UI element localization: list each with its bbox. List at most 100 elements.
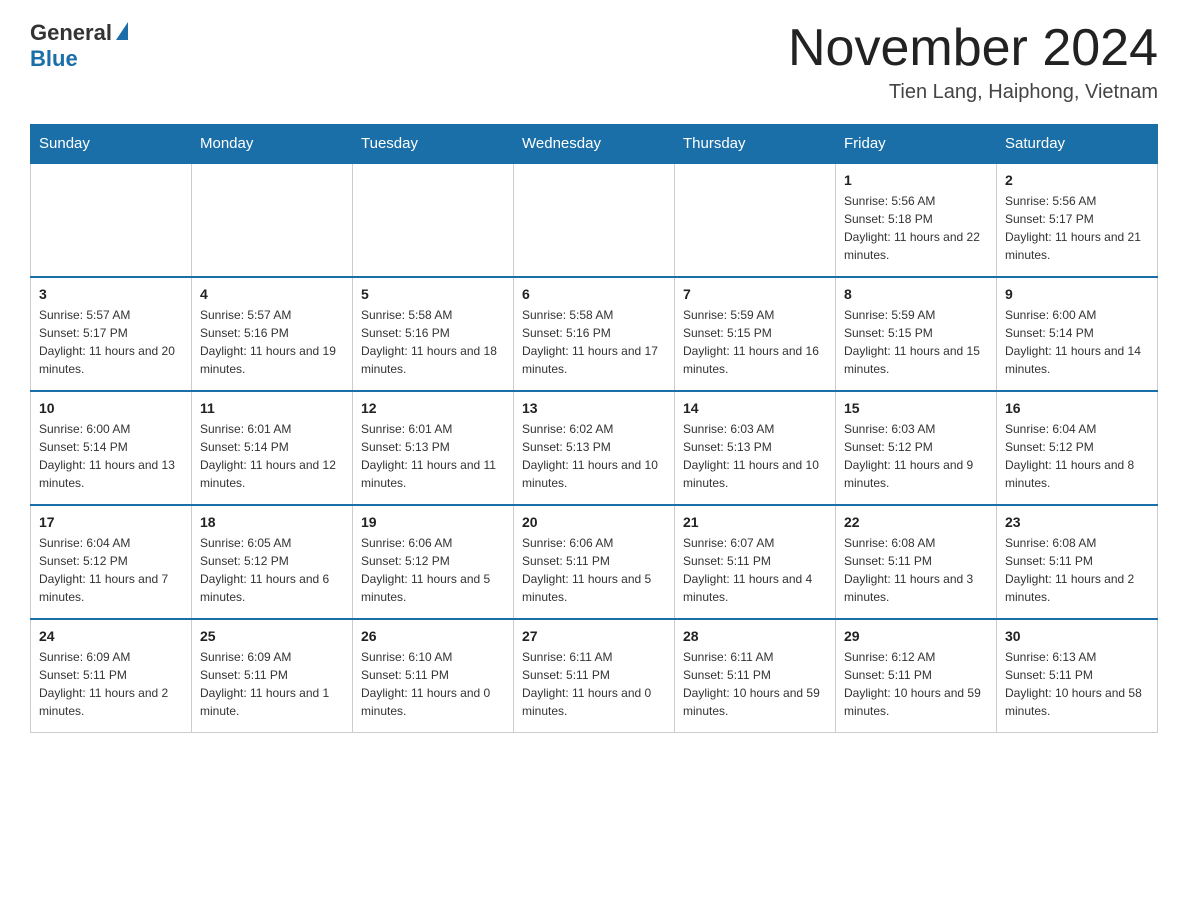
logo-triangle-icon — [116, 22, 128, 40]
day-number: 9 — [1005, 286, 1149, 302]
day-number: 7 — [683, 286, 827, 302]
day-number: 6 — [522, 286, 666, 302]
day-number: 4 — [200, 286, 344, 302]
calendar-week-row: 10 Sunrise: 6:00 AMSunset: 5:14 PMDayligh… — [31, 391, 1158, 505]
day-info: Sunrise: 5:56 AMSunset: 5:17 PMDaylight:… — [1005, 192, 1149, 264]
calendar-day-cell: 13Sunrise: 6:02 AMSunset: 5:13 PMDayligh… — [514, 391, 675, 505]
calendar-day-cell: 23 Sunrise: 6:08 AMSunset: 5:11 PMDayligh… — [997, 505, 1158, 619]
day-info: Sunrise: 6:08 AMSunset: 5:11 PMDaylight:… — [844, 534, 988, 606]
calendar-day-cell: 15 Sunrise: 6:03 AMSunset: 5:12 PMDayligh… — [836, 391, 997, 505]
day-info: Sunrise: 6:03 AMSunset: 5:13 PMDaylight:… — [683, 420, 827, 492]
day-info: Sunrise: 6:07 AMSunset: 5:11 PMDaylight:… — [683, 534, 827, 606]
calendar-day-cell: 28 Sunrise: 6:11 AMSunset: 5:11 PMDayligh… — [675, 619, 836, 733]
day-info: Sunrise: 6:10 AMSunset: 5:11 PMDaylight:… — [361, 648, 505, 720]
day-number: 5 — [361, 286, 505, 302]
day-number: 24 — [39, 628, 183, 644]
page-title: November 2024 — [788, 20, 1158, 77]
page-header: General Blue November 2024 Tien Lang, Ha… — [30, 20, 1158, 104]
day-number: 25 — [200, 628, 344, 644]
day-info: Sunrise: 5:58 AMSunset: 5:16 PMDaylight:… — [522, 306, 666, 378]
calendar-day-cell: 22 Sunrise: 6:08 AMSunset: 5:11 PMDayligh… — [836, 505, 997, 619]
weekday-header-monday: Monday — [192, 125, 353, 164]
day-number: 12 — [361, 400, 505, 416]
calendar-day-cell — [514, 163, 675, 277]
day-info: Sunrise: 6:04 AMSunset: 5:12 PMDaylight:… — [1005, 420, 1149, 492]
calendar-day-cell: 27Sunrise: 6:11 AMSunset: 5:11 PMDayligh… — [514, 619, 675, 733]
calendar-day-cell: 11Sunrise: 6:01 AMSunset: 5:14 PMDayligh… — [192, 391, 353, 505]
day-info: Sunrise: 6:12 AMSunset: 5:11 PMDaylight:… — [844, 648, 988, 720]
calendar-day-cell: 29 Sunrise: 6:12 AMSunset: 5:11 PMDayligh… — [836, 619, 997, 733]
day-info: Sunrise: 6:13 AMSunset: 5:11 PMDaylight:… — [1005, 648, 1149, 720]
day-number: 17 — [39, 514, 183, 530]
weekday-header-thursday: Thursday — [675, 125, 836, 164]
day-info: Sunrise: 5:59 AMSunset: 5:15 PMDaylight:… — [844, 306, 988, 378]
title-block: November 2024 Tien Lang, Haiphong, Vietn… — [788, 20, 1158, 104]
day-number: 26 — [361, 628, 505, 644]
calendar-day-cell — [31, 163, 192, 277]
calendar-day-cell: 2 Sunrise: 5:56 AMSunset: 5:17 PMDaylight… — [997, 163, 1158, 277]
day-info: Sunrise: 6:09 AMSunset: 5:11 PMDaylight:… — [200, 648, 344, 720]
day-info: Sunrise: 5:57 AMSunset: 5:16 PMDaylight:… — [200, 306, 344, 378]
page-subtitle: Tien Lang, Haiphong, Vietnam — [788, 81, 1158, 104]
day-info: Sunrise: 6:11 AMSunset: 5:11 PMDaylight:… — [683, 648, 827, 720]
calendar-week-row: 24 Sunrise: 6:09 AMSunset: 5:11 PMDayligh… — [31, 619, 1158, 733]
day-info: Sunrise: 6:06 AMSunset: 5:12 PMDaylight:… — [361, 534, 505, 606]
calendar-week-row: 1 Sunrise: 5:56 AMSunset: 5:18 PMDaylight… — [31, 163, 1158, 277]
calendar-day-cell: 16 Sunrise: 6:04 AMSunset: 5:12 PMDayligh… — [997, 391, 1158, 505]
weekday-header-friday: Friday — [836, 125, 997, 164]
calendar-day-cell: 8Sunrise: 5:59 AMSunset: 5:15 PMDaylight… — [836, 277, 997, 391]
calendar-day-cell: 25 Sunrise: 6:09 AMSunset: 5:11 PMDayligh… — [192, 619, 353, 733]
logo: General Blue — [30, 20, 128, 72]
calendar-day-cell: 10 Sunrise: 6:00 AMSunset: 5:14 PMDayligh… — [31, 391, 192, 505]
calendar-day-cell — [353, 163, 514, 277]
day-info: Sunrise: 5:58 AMSunset: 5:16 PMDaylight:… — [361, 306, 505, 378]
day-number: 20 — [522, 514, 666, 530]
day-info: Sunrise: 6:02 AMSunset: 5:13 PMDaylight:… — [522, 420, 666, 492]
weekday-header-saturday: Saturday — [997, 125, 1158, 164]
day-number: 16 — [1005, 400, 1149, 416]
calendar-day-cell: 14 Sunrise: 6:03 AMSunset: 5:13 PMDayligh… — [675, 391, 836, 505]
day-info: Sunrise: 6:06 AMSunset: 5:11 PMDaylight:… — [522, 534, 666, 606]
calendar-day-cell: 1 Sunrise: 5:56 AMSunset: 5:18 PMDaylight… — [836, 163, 997, 277]
weekday-header-sunday: Sunday — [31, 125, 192, 164]
day-number: 2 — [1005, 172, 1149, 188]
calendar-table: SundayMondayTuesdayWednesdayThursdayFrid… — [30, 124, 1158, 733]
logo-name-part2: Blue — [30, 46, 78, 72]
day-number: 30 — [1005, 628, 1149, 644]
day-info: Sunrise: 6:03 AMSunset: 5:12 PMDaylight:… — [844, 420, 988, 492]
calendar-day-cell: 24Sunrise: 6:09 AMSunset: 5:11 PMDayligh… — [31, 619, 192, 733]
day-info: Sunrise: 6:08 AMSunset: 5:11 PMDaylight:… — [1005, 534, 1149, 606]
calendar-week-row: 3Sunrise: 5:57 AMSunset: 5:17 PMDaylight… — [31, 277, 1158, 391]
day-info: Sunrise: 5:57 AMSunset: 5:17 PMDaylight:… — [39, 306, 183, 378]
day-number: 21 — [683, 514, 827, 530]
logo-name-part1: General — [30, 20, 112, 46]
weekday-header-tuesday: Tuesday — [353, 125, 514, 164]
day-info: Sunrise: 6:11 AMSunset: 5:11 PMDaylight:… — [522, 648, 666, 720]
calendar-day-cell: 19Sunrise: 6:06 AMSunset: 5:12 PMDayligh… — [353, 505, 514, 619]
day-number: 23 — [1005, 514, 1149, 530]
day-info: Sunrise: 6:00 AMSunset: 5:14 PMDaylight:… — [39, 420, 183, 492]
calendar-day-cell: 7 Sunrise: 5:59 AMSunset: 5:15 PMDaylight… — [675, 277, 836, 391]
calendar-day-cell: 4 Sunrise: 5:57 AMSunset: 5:16 PMDaylight… — [192, 277, 353, 391]
day-number: 28 — [683, 628, 827, 644]
day-info: Sunrise: 6:01 AMSunset: 5:13 PMDaylight:… — [361, 420, 505, 492]
day-number: 15 — [844, 400, 988, 416]
weekday-header-wednesday: Wednesday — [514, 125, 675, 164]
calendar-day-cell: 20 Sunrise: 6:06 AMSunset: 5:11 PMDayligh… — [514, 505, 675, 619]
day-number: 18 — [200, 514, 344, 530]
calendar-day-cell — [675, 163, 836, 277]
calendar-day-cell: 26 Sunrise: 6:10 AMSunset: 5:11 PMDayligh… — [353, 619, 514, 733]
day-number: 22 — [844, 514, 988, 530]
day-number: 1 — [844, 172, 988, 188]
calendar-day-cell: 3Sunrise: 5:57 AMSunset: 5:17 PMDaylight… — [31, 277, 192, 391]
day-number: 10 — [39, 400, 183, 416]
calendar-day-cell: 18Sunrise: 6:05 AMSunset: 5:12 PMDayligh… — [192, 505, 353, 619]
calendar-day-cell: 9Sunrise: 6:00 AMSunset: 5:14 PMDaylight… — [997, 277, 1158, 391]
day-number: 29 — [844, 628, 988, 644]
day-number: 14 — [683, 400, 827, 416]
day-info: Sunrise: 5:56 AMSunset: 5:18 PMDaylight:… — [844, 192, 988, 264]
weekday-header-row: SundayMondayTuesdayWednesdayThursdayFrid… — [31, 125, 1158, 164]
calendar-day-cell: 6 Sunrise: 5:58 AMSunset: 5:16 PMDaylight… — [514, 277, 675, 391]
calendar-day-cell: 30 Sunrise: 6:13 AMSunset: 5:11 PMDayligh… — [997, 619, 1158, 733]
day-info: Sunrise: 5:59 AMSunset: 5:15 PMDaylight:… — [683, 306, 827, 378]
